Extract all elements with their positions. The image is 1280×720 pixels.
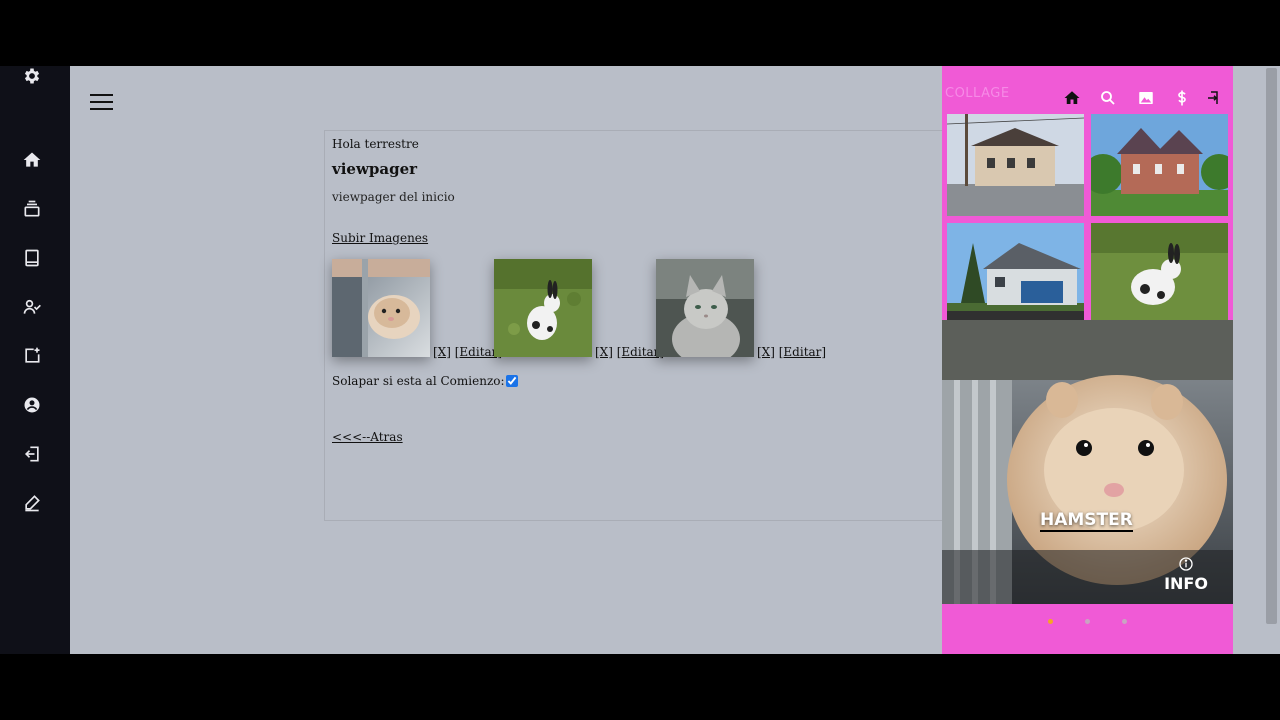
page-subtitle: viewpager del inicio <box>332 190 455 204</box>
letterbox-top <box>0 0 1280 66</box>
delete-image-link[interactable]: [X] <box>433 345 451 359</box>
hamburger-menu-icon[interactable] <box>90 92 114 112</box>
page-title: viewpager <box>332 160 418 178</box>
layers-icon[interactable] <box>20 197 44 221</box>
phone-preview: COLLAGE HAMSTER INFO <box>942 66 1233 654</box>
user-check-icon[interactable] <box>20 295 44 319</box>
exit-icon[interactable] <box>1202 86 1226 110</box>
gear-icon[interactable] <box>20 66 44 88</box>
home-icon[interactable] <box>20 148 44 172</box>
cat-thumbnail <box>656 259 754 357</box>
app-toolbar <box>1060 86 1230 110</box>
collage-rabbit[interactable] <box>1091 223 1228 325</box>
thumbnail-actions: [X] [Editar] <box>433 345 502 359</box>
info-button[interactable]: INFO <box>1162 556 1210 596</box>
account-circle-icon[interactable] <box>20 393 44 417</box>
image-icon[interactable] <box>1134 86 1158 110</box>
overlap-checkbox[interactable] <box>505 375 518 387</box>
page-dot[interactable] <box>1048 619 1053 624</box>
add-box-icon[interactable] <box>20 344 44 368</box>
upload-images-link[interactable]: Subir Imagenes <box>332 231 428 245</box>
letterbox-bottom <box>0 654 1280 720</box>
collage-house-1[interactable] <box>947 114 1084 216</box>
book-icon[interactable] <box>20 246 44 270</box>
delete-image-link[interactable]: [X] <box>757 345 775 359</box>
app-title: COLLAGE <box>945 86 1010 101</box>
scrollbar[interactable] <box>1263 66 1280 654</box>
greeting-text: Hola terrestre <box>332 137 419 151</box>
page-indicator <box>942 619 1233 629</box>
pencil-icon[interactable] <box>20 491 44 515</box>
logout-icon[interactable] <box>20 442 44 466</box>
edit-image-link[interactable]: [Editar] <box>779 345 826 359</box>
sidebar <box>0 66 70 654</box>
back-link[interactable]: <<<--Atras <box>332 430 403 444</box>
page-dot[interactable] <box>1122 619 1127 624</box>
scrollbar-thumb[interactable] <box>1266 68 1277 624</box>
dollar-icon[interactable] <box>1170 86 1194 110</box>
delete-image-link[interactable]: [X] <box>595 345 613 359</box>
overlap-option: Solapar si esta al Comienzo: <box>332 374 518 388</box>
info-label: INFO <box>1164 574 1208 593</box>
home-icon[interactable] <box>1060 86 1084 110</box>
collage-house-2[interactable] <box>1091 114 1228 216</box>
page-dot[interactable] <box>1085 619 1090 624</box>
search-icon[interactable] <box>1096 86 1120 110</box>
rabbit-thumbnail <box>494 259 592 357</box>
collage-house-3[interactable] <box>947 223 1084 325</box>
thumbnail-actions: [X] [Editar] <box>757 345 826 359</box>
hero-image[interactable]: HAMSTER INFO <box>942 320 1233 604</box>
viewpager-panel: Hola terrestre viewpager viewpager del i… <box>324 130 944 521</box>
screen: Hola terrestre viewpager viewpager del i… <box>0 66 1280 654</box>
hamster-thumbnail <box>332 259 430 357</box>
overlap-label: Solapar si esta al Comienzo: <box>332 374 505 388</box>
hero-label: HAMSTER <box>1040 510 1133 532</box>
thumbnail-actions: [X] [Editar] <box>595 345 664 359</box>
info-icon <box>1179 557 1193 571</box>
